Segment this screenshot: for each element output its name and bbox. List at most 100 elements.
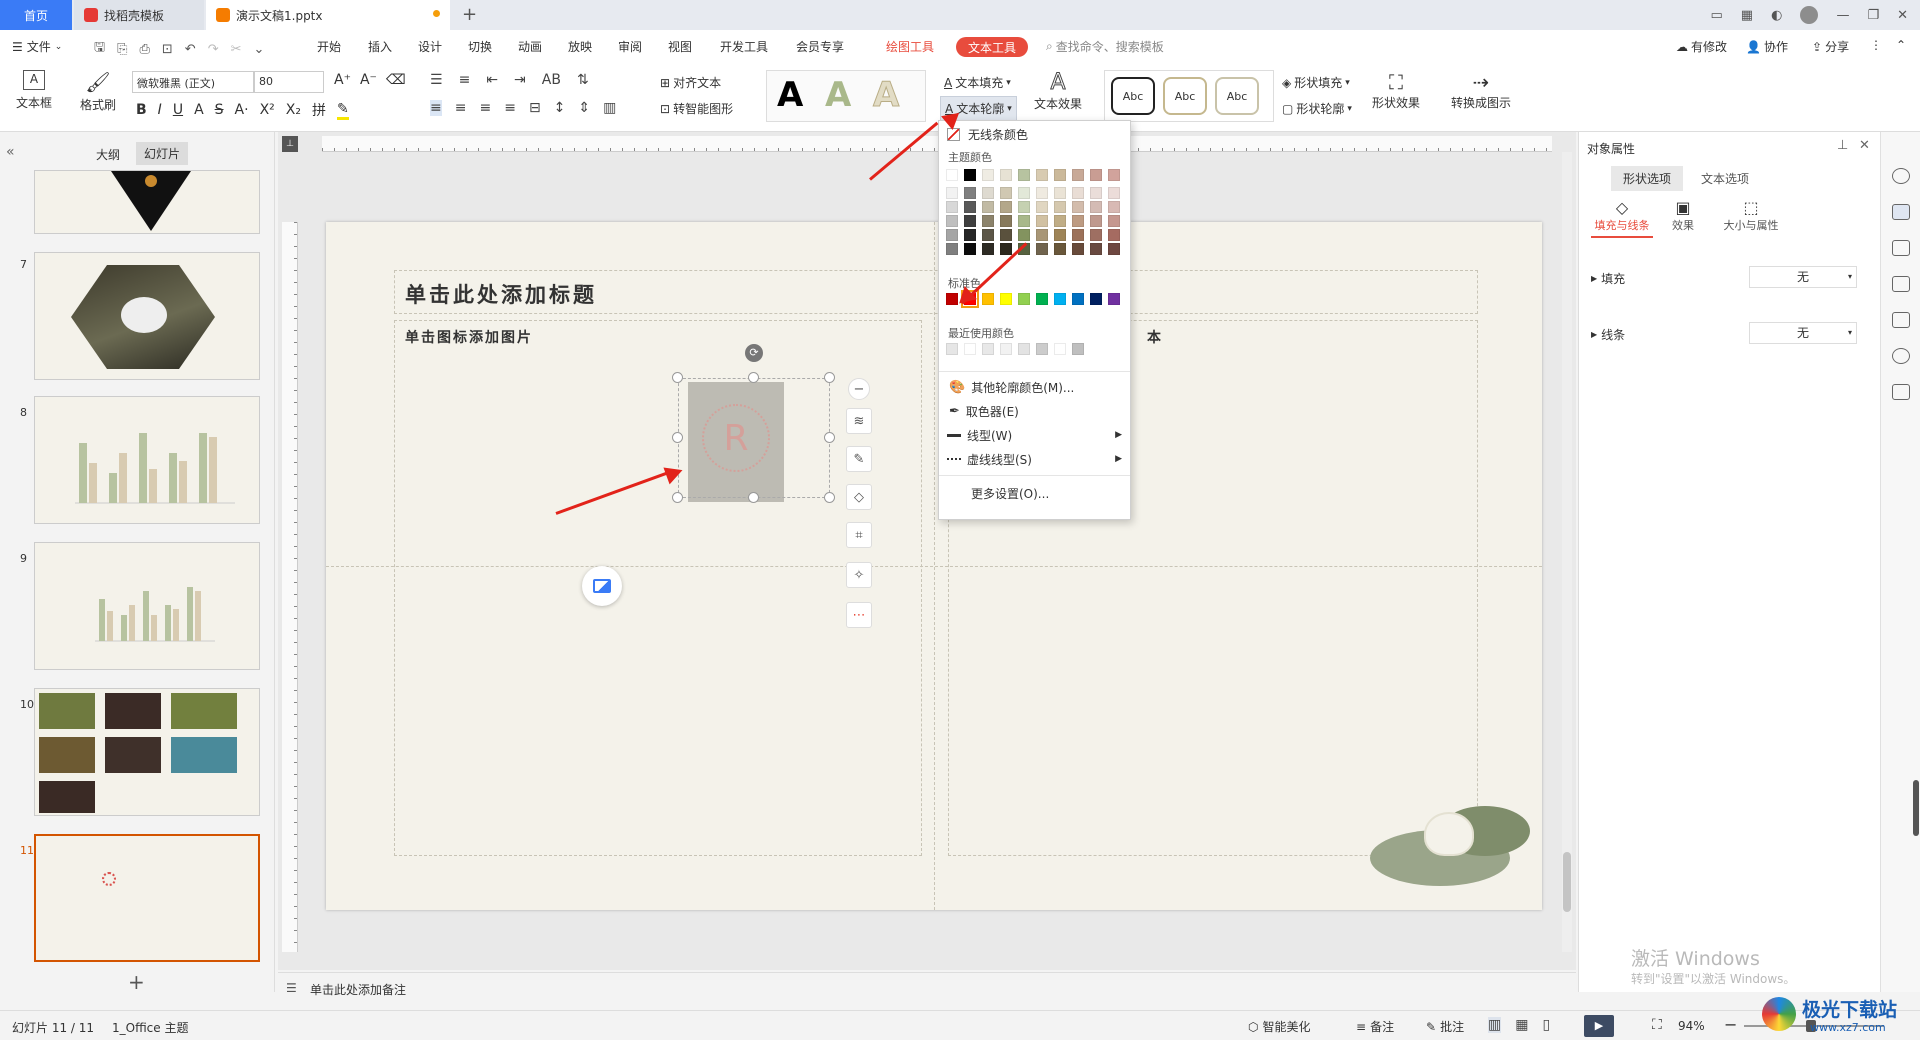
text-effect-button[interactable]: A 文本效果 bbox=[1030, 70, 1086, 112]
phonetic-icon[interactable]: 拼 bbox=[312, 100, 326, 120]
theme-color-swatch[interactable] bbox=[1108, 201, 1120, 213]
theme-color-swatch[interactable] bbox=[1108, 187, 1120, 199]
shape-fill-button[interactable]: ◈ 形状填充 ▾ bbox=[1282, 74, 1350, 91]
increase-indent-icon[interactable]: ⇥ bbox=[514, 72, 526, 88]
theme-color-swatch[interactable] bbox=[946, 169, 958, 181]
more-icon[interactable]: ⋯ bbox=[846, 602, 872, 628]
line-section-toggle[interactable]: ▶ 线条 bbox=[1591, 326, 1625, 343]
fill-bucket-icon[interactable]: ◇ bbox=[846, 484, 872, 510]
tab-text-options[interactable]: 文本选项 bbox=[1701, 170, 1749, 187]
font-grow-icon[interactable]: A⁺ bbox=[334, 72, 351, 88]
adjust-icon[interactable] bbox=[1892, 204, 1910, 220]
eraser-icon[interactable]: ⌫ bbox=[386, 72, 406, 88]
theme-color-swatch[interactable] bbox=[964, 201, 976, 213]
collab-button[interactable]: 👤 协作 bbox=[1746, 38, 1788, 55]
theme-color-swatch[interactable] bbox=[946, 229, 958, 241]
recent-color-swatch[interactable] bbox=[982, 343, 994, 355]
theme-color-swatch[interactable] bbox=[1018, 169, 1030, 181]
theme-color-swatch[interactable] bbox=[1108, 169, 1120, 181]
theme-color-swatch[interactable] bbox=[982, 215, 994, 227]
theme-color-swatch[interactable] bbox=[982, 243, 994, 255]
tab-document[interactable]: 演示文稿1.pptx bbox=[206, 0, 450, 30]
font-name-select[interactable]: 微软雅黑 (正文) bbox=[132, 71, 254, 93]
menu-item-design[interactable]: 设计 bbox=[418, 38, 442, 55]
menu-item-insert[interactable]: 插入 bbox=[368, 38, 392, 55]
theme-color-swatch[interactable] bbox=[1054, 187, 1066, 199]
standard-color-swatch[interactable] bbox=[1036, 293, 1048, 305]
theme-color-swatch[interactable] bbox=[1108, 229, 1120, 241]
bold-icon[interactable]: B bbox=[136, 102, 147, 118]
resize-handle-l[interactable] bbox=[672, 432, 683, 443]
theme-color-swatch[interactable] bbox=[1054, 243, 1066, 255]
theme-color-swatch[interactable] bbox=[1036, 201, 1048, 213]
theme-color-swatch[interactable] bbox=[1018, 201, 1030, 213]
shape-style-2[interactable]: Abc bbox=[1163, 77, 1207, 115]
bullet-list-icon[interactable]: ☰ bbox=[430, 72, 443, 88]
theme-color-swatch[interactable] bbox=[1072, 187, 1084, 199]
zoom-out-icon[interactable]: − bbox=[1724, 1015, 1737, 1034]
tab-slides[interactable]: 幻灯片 bbox=[136, 142, 189, 165]
reading-view-icon[interactable]: ▯ bbox=[1542, 1017, 1550, 1033]
theme-color-swatch[interactable] bbox=[1018, 215, 1030, 227]
standard-color-swatch[interactable] bbox=[1018, 293, 1030, 305]
close-pane-icon[interactable]: ✕ bbox=[1859, 138, 1870, 153]
location-icon[interactable] bbox=[1892, 348, 1910, 364]
comments-button[interactable]: ✎ 批注 bbox=[1426, 1018, 1464, 1035]
tab-shape-options[interactable]: 形状选项 bbox=[1611, 166, 1684, 191]
theme-color-swatch[interactable] bbox=[1072, 243, 1084, 255]
shape-outline-button[interactable]: ▢ 形状轮廓 ▾ bbox=[1282, 100, 1352, 117]
fit-window-icon[interactable]: ⛶ bbox=[1652, 1017, 1662, 1033]
tab-home[interactable]: 首页 bbox=[0, 0, 72, 30]
pen-icon[interactable]: ✎ bbox=[846, 446, 872, 472]
menu-item-member[interactable]: 会员专享 bbox=[796, 38, 844, 55]
textbox-button[interactable]: A 文本框 bbox=[14, 70, 54, 111]
crop-icon[interactable]: ⌗ bbox=[846, 522, 872, 548]
theme-color-swatch[interactable] bbox=[1054, 215, 1066, 227]
resize-handle-bl[interactable] bbox=[672, 492, 683, 503]
fill-select[interactable]: 无 ▾ bbox=[1749, 266, 1857, 288]
theme-name[interactable]: 1_Office 主题 bbox=[112, 1019, 188, 1036]
standard-color-swatch[interactable] bbox=[1000, 293, 1012, 305]
shape-effect-button[interactable]: ⛶ 形状效果 bbox=[1366, 70, 1426, 111]
share-button[interactable]: ⇪ 分享 bbox=[1812, 38, 1849, 55]
resize-handle-tl[interactable] bbox=[672, 372, 683, 383]
slide-thumbnail-11[interactable] bbox=[34, 834, 260, 962]
theme-color-swatch[interactable] bbox=[946, 187, 958, 199]
eyedropper-item[interactable]: ✒ 取色器(E) bbox=[939, 399, 1130, 423]
theme-color-swatch[interactable] bbox=[946, 201, 958, 213]
resize-handle-t[interactable] bbox=[748, 372, 759, 383]
highlight-icon[interactable]: ✎ bbox=[336, 101, 349, 120]
justify-icon[interactable]: ≡ bbox=[504, 100, 516, 116]
dash-type-item[interactable]: 虚线线型(S) ▶ bbox=[939, 447, 1130, 471]
more-menu-icon[interactable]: ⋮ bbox=[1870, 38, 1882, 52]
theme-color-swatch[interactable] bbox=[1000, 243, 1012, 255]
shape-style-gallery[interactable]: Abc Abc Abc bbox=[1104, 70, 1274, 122]
align-right-icon[interactable]: ≡ bbox=[479, 100, 491, 116]
rotate-handle-icon[interactable]: ⟳ bbox=[745, 344, 763, 362]
theme-color-swatch[interactable] bbox=[964, 169, 976, 181]
numbered-list-icon[interactable]: ≡ bbox=[459, 72, 471, 88]
menu-item-view[interactable]: 视图 bbox=[668, 38, 692, 55]
theme-color-swatch[interactable] bbox=[1018, 187, 1030, 199]
export-pdf-icon[interactable]: ⎘ bbox=[117, 42, 127, 57]
theme-color-swatch[interactable] bbox=[1054, 169, 1066, 181]
theme-color-swatch[interactable] bbox=[964, 229, 976, 241]
underline-icon[interactable]: U bbox=[173, 102, 183, 118]
fill-section-toggle[interactable]: ▶ 填充 bbox=[1591, 270, 1625, 287]
print-icon[interactable]: ⎙ bbox=[139, 42, 149, 57]
wordart-green-icon[interactable]: A bbox=[825, 75, 851, 115]
minimize-icon[interactable]: — bbox=[1836, 8, 1849, 23]
para-spacing-icon[interactable]: ⇕ bbox=[578, 100, 590, 116]
tab-fill-line[interactable]: ◇ 填充与线条 bbox=[1591, 198, 1653, 238]
theme-color-swatch[interactable] bbox=[1090, 201, 1102, 213]
normal-view-icon[interactable]: ▥ bbox=[1488, 1017, 1502, 1033]
recent-color-swatch[interactable] bbox=[1018, 343, 1030, 355]
theme-color-swatch[interactable] bbox=[1036, 187, 1048, 199]
decrease-indent-icon[interactable]: ⇤ bbox=[486, 72, 498, 88]
theme-color-swatch[interactable] bbox=[982, 201, 994, 213]
text-fill-button[interactable]: A 文本填充 ▾ bbox=[944, 74, 1011, 91]
line-type-item[interactable]: 线型(W) ▶ bbox=[939, 423, 1130, 447]
more-settings-item[interactable]: 更多设置(O)... bbox=[939, 481, 1130, 505]
theme-color-swatch[interactable] bbox=[1072, 169, 1084, 181]
superscript-icon[interactable]: X² bbox=[260, 102, 275, 118]
